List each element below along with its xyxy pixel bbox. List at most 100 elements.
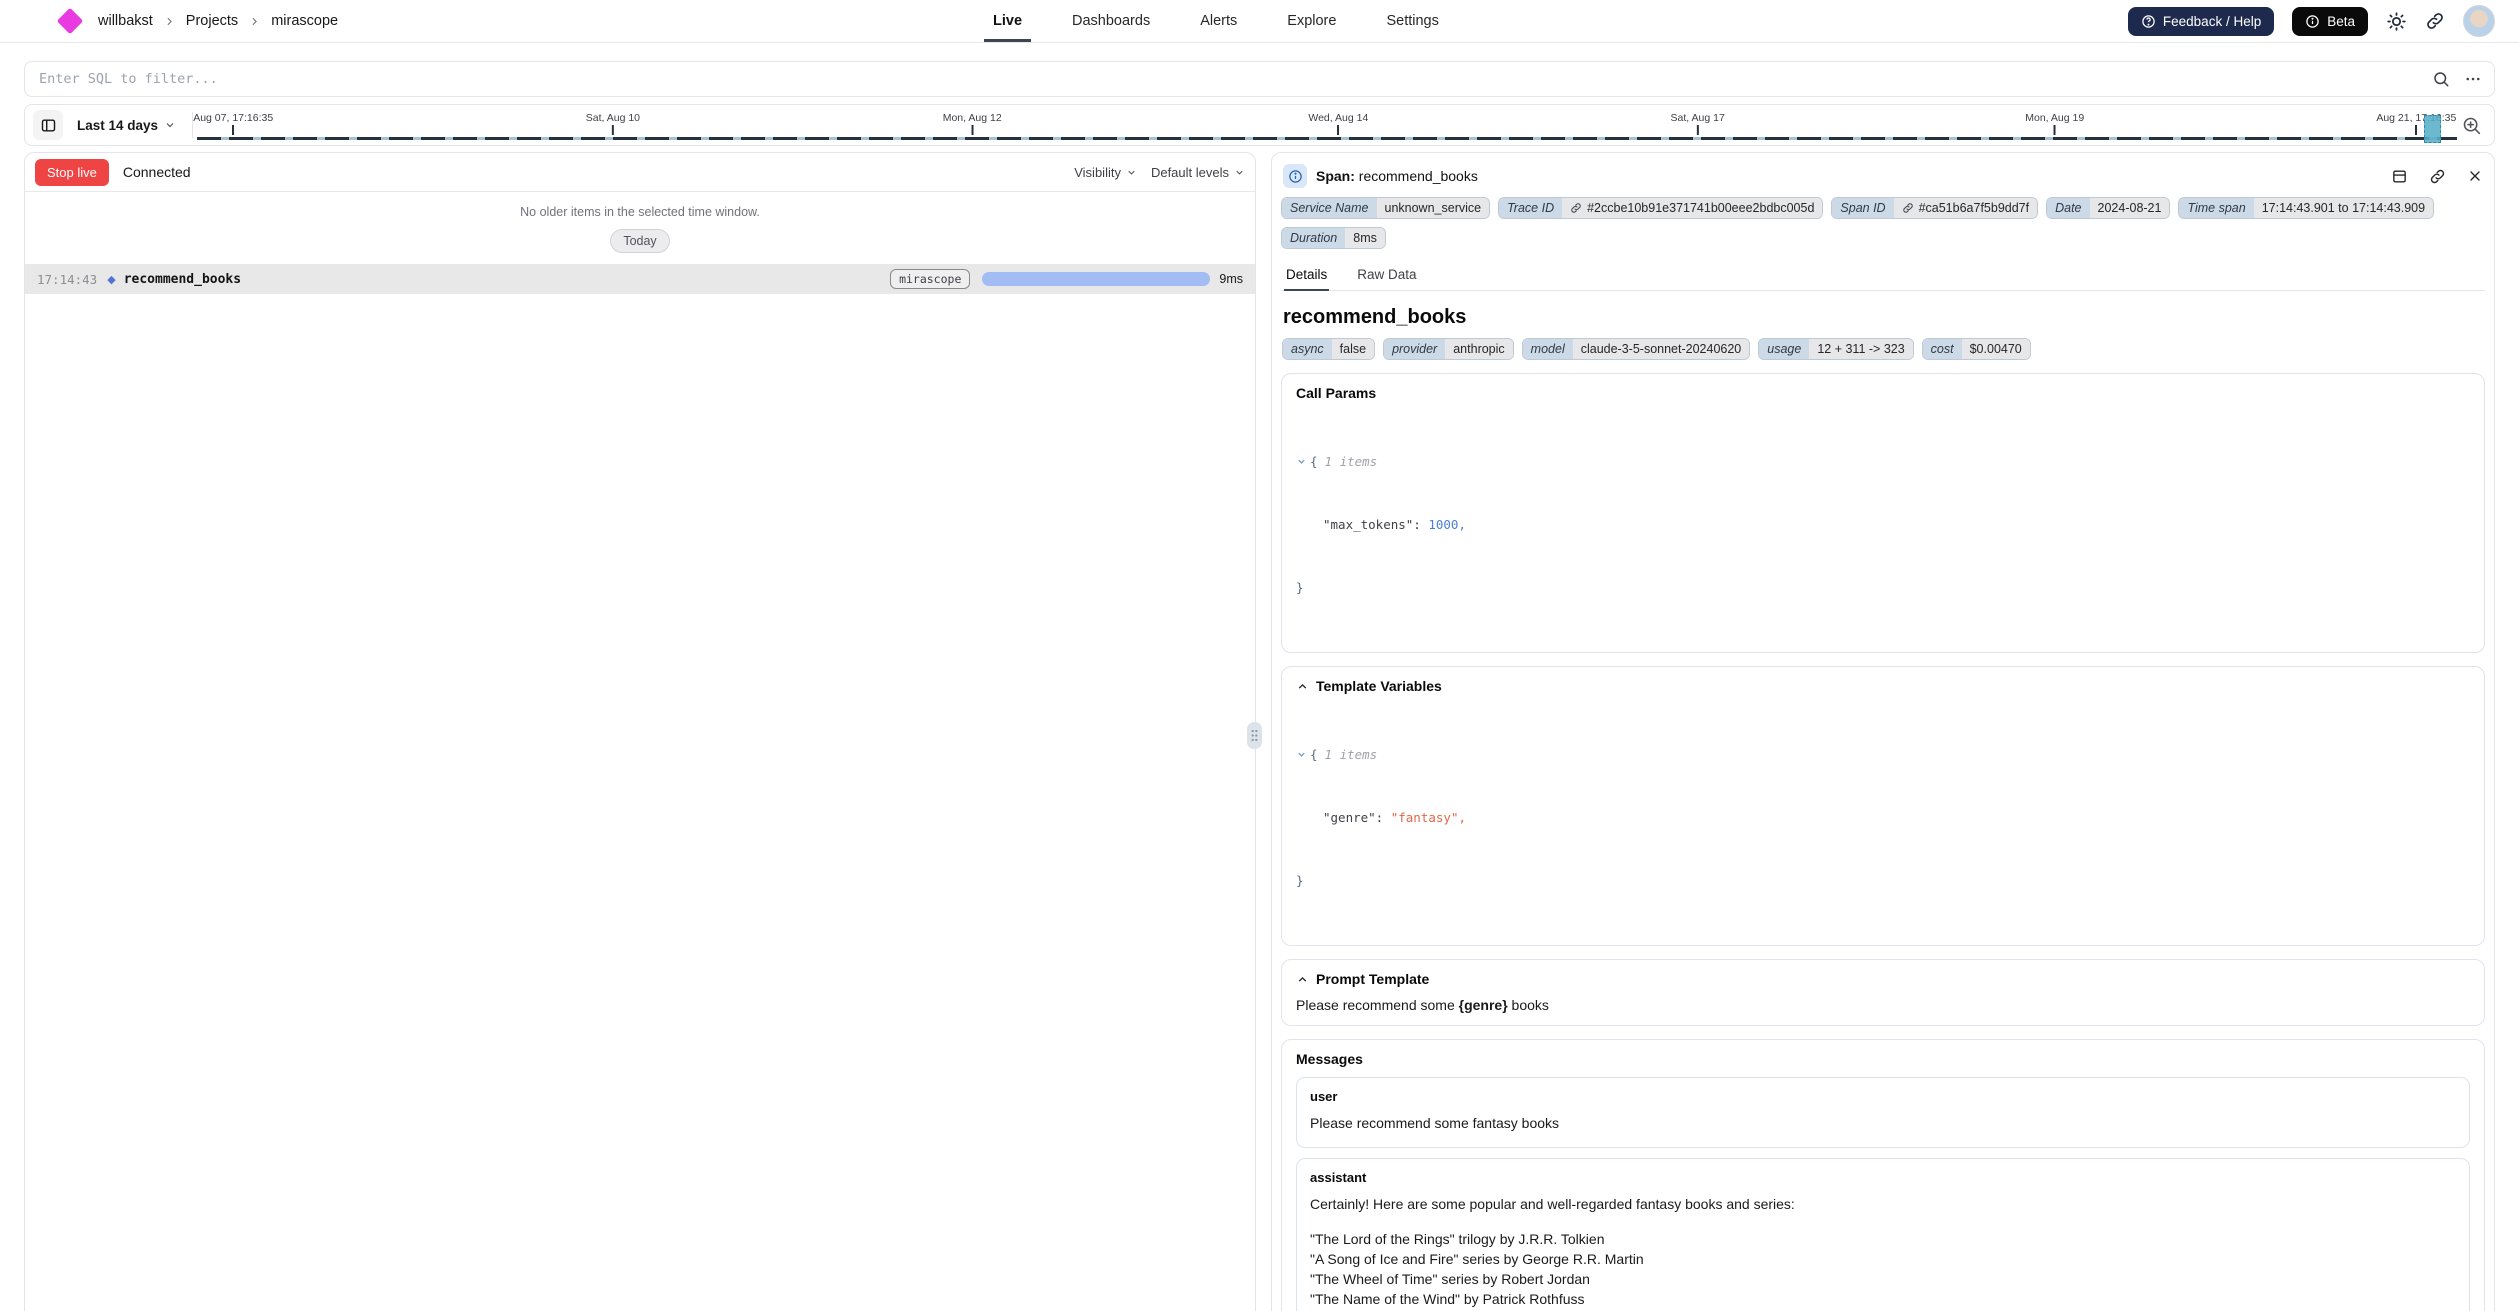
close-icon[interactable]: [2467, 168, 2483, 184]
span-title-prefix: Span:: [1316, 168, 1355, 184]
time-span-badge: Time span17:14:43.901 to 17:14:43.909: [2178, 197, 2434, 219]
stop-live-button[interactable]: Stop live: [35, 159, 109, 186]
info-circle-icon: [1283, 164, 1307, 188]
sql-filter-input[interactable]: [37, 70, 2418, 88]
timeline-strip[interactable]: Aug 07, 17:16:35 Sat, Aug 10 Mon, Aug 12…: [197, 105, 2457, 145]
breadcrumb-org[interactable]: willbakst: [98, 13, 153, 29]
assistant-message: assistant Certainly! Here are some popul…: [1296, 1158, 2470, 1311]
connection-status: Connected: [123, 164, 191, 180]
user-avatar[interactable]: [2463, 5, 2495, 37]
span-diamond-icon: ◆: [107, 273, 115, 286]
model-badge: modelclaude-3-5-sonnet-20240620: [1522, 338, 1751, 360]
filter-row: [24, 61, 2495, 97]
brand-logo-icon[interactable]: [57, 8, 83, 34]
scope-badge[interactable]: mirascope: [890, 269, 970, 289]
zoom-in-icon[interactable]: [2457, 115, 2486, 136]
detail-tabs: Details Raw Data: [1281, 261, 2485, 291]
chevron-down-icon: [1126, 167, 1137, 178]
time-range-select[interactable]: Last 14 days: [63, 118, 192, 133]
chevron-up-icon[interactable]: [1296, 680, 1309, 693]
live-list-panel: Stop live Connected Visibility Default l…: [24, 152, 1256, 1311]
question-circle-icon: [2141, 14, 2156, 29]
async-badge: asyncfalse: [1282, 338, 1375, 360]
timeline-tick: Aug 07, 17:16:35: [193, 112, 273, 135]
tree-collapse-icon[interactable]: [1296, 749, 1307, 760]
chevron-down-icon: [1234, 167, 1245, 178]
timeline-dashed-line: [197, 137, 2457, 140]
timeline-bar: Last 14 days Aug 07, 17:16:35 Sat, Aug 1…: [24, 104, 2495, 146]
feedback-help-button[interactable]: Feedback / Help: [2128, 7, 2274, 36]
panel-left-toggle-icon[interactable]: [33, 110, 63, 140]
role-label-user: user: [1310, 1089, 2456, 1104]
span-list-item[interactable]: 17:14:43 ◆ recommend_books mirascope 9ms: [25, 264, 1255, 294]
more-options-icon[interactable]: [2464, 70, 2482, 88]
app-window: willbakst Projects mirascope Live Dashbo…: [0, 0, 2519, 1311]
function-meta-badges: asyncfalse provideranthropic modelclaude…: [1281, 338, 2485, 360]
default-levels-dropdown[interactable]: Default levels: [1151, 165, 1245, 180]
span-name: recommend_books: [124, 272, 241, 287]
span-detail-header: Span: recommend_books: [1281, 162, 2485, 188]
share-link-icon[interactable]: [2425, 11, 2445, 31]
tab-raw-data[interactable]: Raw Data: [1355, 261, 1418, 290]
tab-live[interactable]: Live: [990, 0, 1025, 42]
user-message-text: Please recommend some fantasy books: [1310, 1113, 2456, 1134]
messages-title: Messages: [1296, 1051, 2470, 1067]
visibility-dropdown[interactable]: Visibility: [1074, 165, 1137, 180]
role-label-assistant: assistant: [1310, 1170, 2456, 1185]
template-variables-title: Template Variables: [1296, 678, 2470, 694]
book-line: "The Wheel of Time" series by Robert Jor…: [1310, 1269, 2456, 1289]
beta-button[interactable]: Beta: [2292, 7, 2368, 36]
breadcrumb-project-name[interactable]: mirascope: [271, 13, 338, 29]
tree-collapse-icon[interactable]: [1296, 456, 1307, 467]
duration-label: 9ms: [1219, 272, 1243, 286]
timeline-tick: Sat, Aug 17: [1670, 112, 1724, 135]
live-list-header: Stop live Connected Visibility Default l…: [25, 153, 1255, 192]
prompt-template-card: Prompt Template Please recommend some {g…: [1281, 959, 2485, 1026]
theme-toggle-icon[interactable]: [2386, 11, 2407, 32]
tab-settings[interactable]: Settings: [1383, 0, 1441, 42]
panel-resize-handle[interactable]: [1247, 722, 1262, 749]
usage-badge: usage12 + 311 -> 323: [1758, 338, 1913, 360]
template-variable-token: {genre}: [1459, 997, 1508, 1013]
cost-badge: cost$0.00470: [1922, 338, 2031, 360]
prompt-template-text: Please recommend some {genre} books: [1296, 997, 2470, 1013]
trace-id-badge[interactable]: Trace ID #2ccbe10b91e371741b00eee2bdbc00…: [1498, 197, 1823, 219]
tab-alerts[interactable]: Alerts: [1197, 0, 1240, 42]
tab-dashboards[interactable]: Dashboards: [1069, 0, 1153, 42]
span-attribute-badges: Service Nameunknown_service Trace ID #2c…: [1281, 197, 2485, 249]
copy-link-icon[interactable]: [2429, 168, 2446, 185]
book-line: "The Name of the Wind" by Patrick Rothfu…: [1310, 1289, 2456, 1309]
chevron-up-icon[interactable]: [1296, 973, 1309, 986]
chevron-right-icon: [248, 15, 261, 28]
provider-badge: provideranthropic: [1383, 338, 1514, 360]
today-badge[interactable]: Today: [610, 229, 669, 253]
assistant-intro: Certainly! Here are some popular and wel…: [1310, 1194, 2456, 1215]
date-badge: Date2024-08-21: [2046, 197, 2170, 219]
tab-explore[interactable]: Explore: [1284, 0, 1339, 42]
call-params-title: Call Params: [1296, 385, 2470, 401]
timeline-tick: Mon, Aug 19: [2025, 112, 2084, 135]
duration-bar: [982, 272, 1210, 286]
sql-filter-box: [24, 61, 2495, 97]
span-title-name: recommend_books: [1359, 168, 1478, 184]
duration-badge: Duration8ms: [1281, 227, 1386, 249]
book-line: "The Lord of the Rings" trilogy by J.R.R…: [1310, 1229, 2456, 1249]
top-nav: willbakst Projects mirascope Live Dashbo…: [0, 0, 2519, 43]
prompt-template-title: Prompt Template: [1296, 971, 2470, 987]
user-message: user Please recommend some fantasy books: [1296, 1077, 2470, 1148]
messages-card: Messages user Please recommend some fant…: [1281, 1039, 2485, 1311]
tab-details[interactable]: Details: [1284, 261, 1329, 290]
call-params-json: {1 items "max_tokens": 1000, }: [1296, 409, 2470, 640]
search-icon[interactable]: [2432, 70, 2450, 88]
breadcrumb: willbakst Projects mirascope: [24, 9, 338, 33]
link-icon: [1570, 202, 1582, 214]
link-icon: [1902, 202, 1914, 214]
span-id-badge[interactable]: Span ID #ca51b6a7f5b9dd7f: [1831, 197, 2038, 219]
timeline-selection-brush[interactable]: [2424, 115, 2441, 143]
empty-window-message: No older items in the selected time wind…: [25, 205, 1255, 219]
chevron-right-icon: [163, 15, 176, 28]
panel-layout-icon[interactable]: [2391, 168, 2408, 185]
timeline-tick: Sat, Aug 10: [586, 112, 640, 135]
timeline-tick: Wed, Aug 14: [1308, 112, 1368, 135]
breadcrumb-projects[interactable]: Projects: [186, 13, 238, 29]
